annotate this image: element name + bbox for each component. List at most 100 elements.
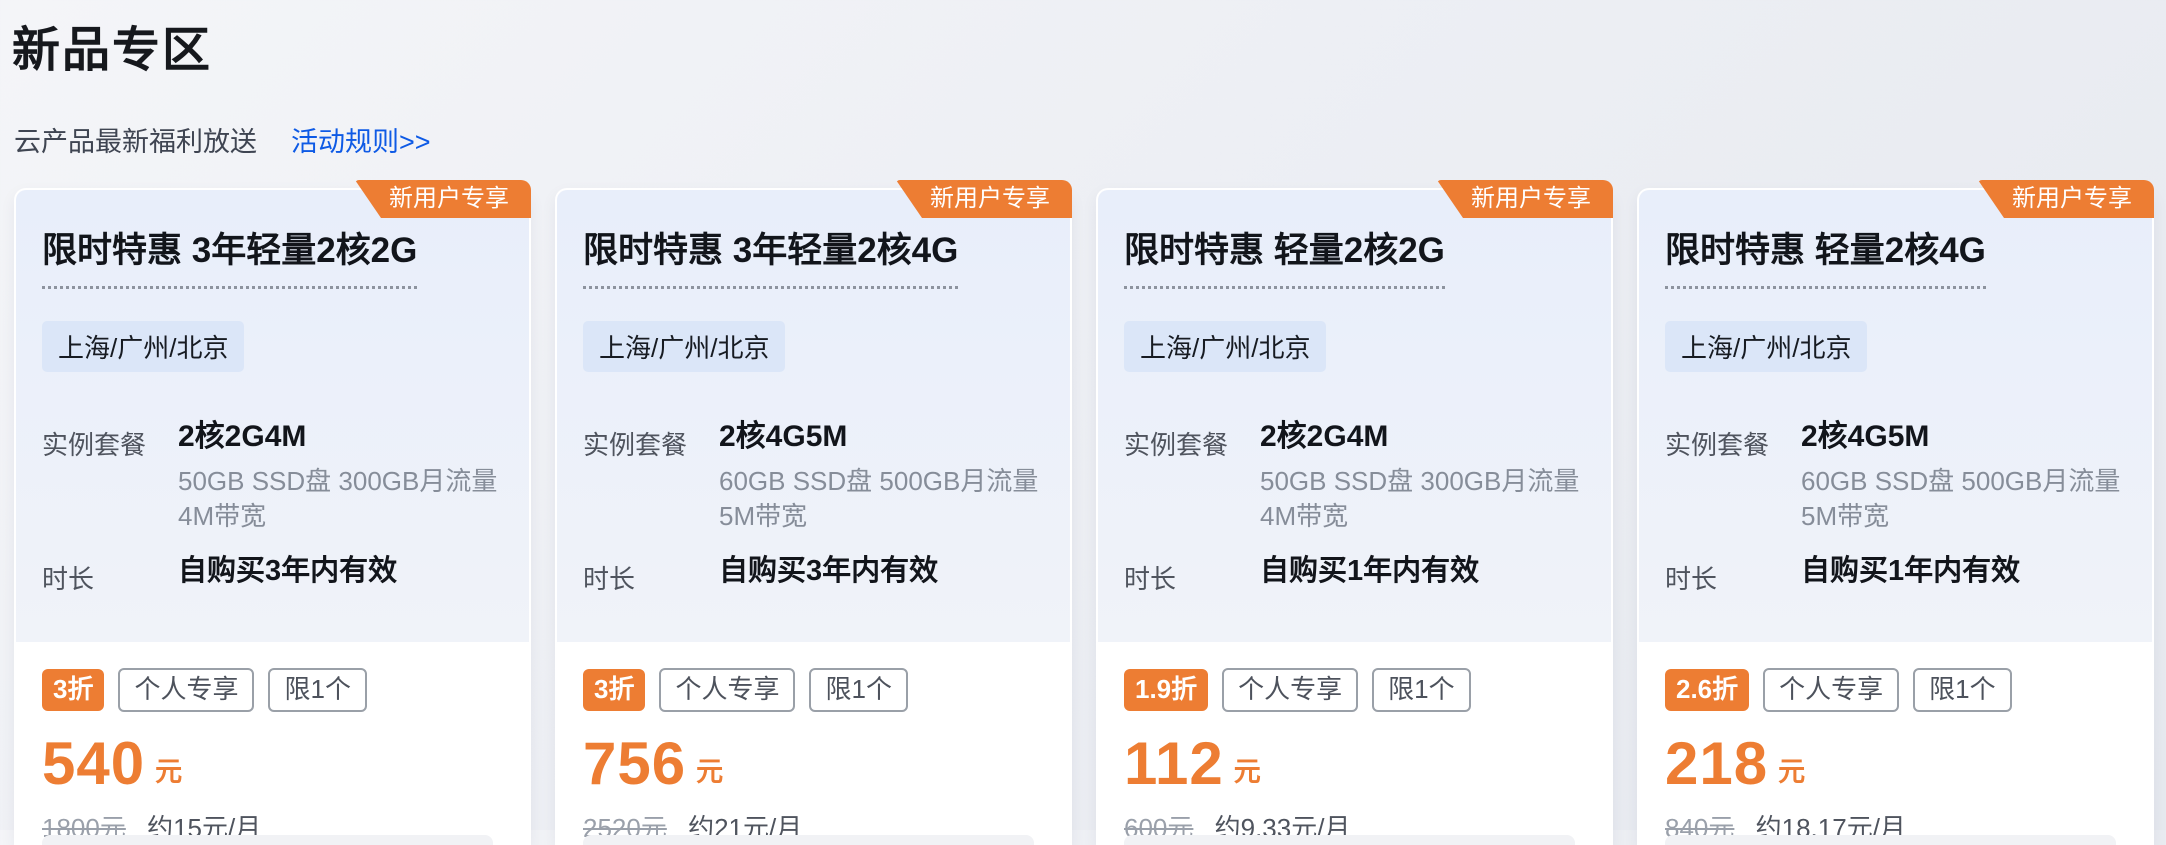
spec-row: 实例套餐 2核2G4M 50GB SSD盘 300GB月流量 4M带宽 xyxy=(42,422,503,534)
spec-label: 实例套餐 xyxy=(1665,422,1801,462)
region-tag: 上海/广州/北京 xyxy=(1665,321,1867,372)
limit-one-badge: 限1个 xyxy=(1913,668,2011,712)
limit-one-badge: 限1个 xyxy=(809,668,907,712)
spec-value: 2核2G4M xyxy=(1260,422,1579,452)
region-tag: 上海/广州/北京 xyxy=(583,321,785,372)
spec-label: 实例套餐 xyxy=(583,422,719,462)
duration-row: 时长 自购买1年内有效 xyxy=(1124,556,1585,596)
spec-details: 60GB SSD盘 500GB月流量 5M带宽 xyxy=(719,464,1038,534)
price-value: 112 xyxy=(1124,734,1224,794)
badge-row: 1.9折 个人专享 限1个 xyxy=(1124,668,1585,712)
badge-row: 2.6折 个人专享 限1个 xyxy=(1665,668,2126,712)
spec-detail-line: 5M带宽 xyxy=(1801,499,2120,534)
spec-value-block: 2核4G5M 60GB SSD盘 500GB月流量 5M带宽 xyxy=(1801,422,2120,534)
price-unit: 元 xyxy=(696,750,723,794)
spec-value-block: 2核2G4M 50GB SSD盘 300GB月流量 4M带宽 xyxy=(178,422,497,534)
card-title: 限时特惠 轻量2核2G xyxy=(1124,233,1445,289)
new-user-ribbon: 新用户专享 xyxy=(1437,180,1613,218)
price-unit: 元 xyxy=(155,750,182,794)
price-unit: 元 xyxy=(1778,750,1805,794)
new-user-ribbon: 新用户专享 xyxy=(1978,180,2154,218)
spec-label: 实例套餐 xyxy=(1124,422,1260,462)
limit-one-badge: 限1个 xyxy=(268,668,366,712)
new-user-ribbon: 新用户专享 xyxy=(896,180,1072,218)
price-row: 540 元 xyxy=(42,734,503,794)
card-info-section: 限时特惠 轻量2核4G 上海/广州/北京 实例套餐 2核4G5M 60GB SS… xyxy=(1639,190,2152,642)
spec-detail-line: 5M带宽 xyxy=(719,499,1038,534)
page-subtitle: 云产品最新福利放送 xyxy=(14,120,257,159)
activity-rules-link[interactable]: 活动规则>> xyxy=(291,120,431,159)
personal-exclusive-badge: 个人专享 xyxy=(1222,668,1358,712)
discount-badge: 3折 xyxy=(42,669,104,711)
card-price-section: 2.6折 个人专享 限1个 218 元 840元 约18.17元/月 xyxy=(1639,642,2152,845)
spec-label: 实例套餐 xyxy=(42,422,178,462)
duration-label: 时长 xyxy=(42,556,178,596)
product-card[interactable]: 新用户专享 限时特惠 3年轻量2核4G 上海/广州/北京 实例套餐 2核4G5M… xyxy=(555,188,1072,845)
product-card[interactable]: 新用户专享 限时特惠 轻量2核4G 上海/广州/北京 实例套餐 2核4G5M 6… xyxy=(1637,188,2154,845)
spec-detail-line: 4M带宽 xyxy=(178,499,497,534)
spec-value: 2核2G4M xyxy=(178,422,497,452)
card-info-section: 限时特惠 3年轻量2核4G 上海/广州/北京 实例套餐 2核4G5M 60GB … xyxy=(557,190,1070,642)
discount-badge: 3折 xyxy=(583,669,645,711)
card-title: 限时特惠 3年轻量2核4G xyxy=(583,233,958,289)
spec-value-block: 2核2G4M 50GB SSD盘 300GB月流量 4M带宽 xyxy=(1260,422,1579,534)
price-row: 112 元 xyxy=(1124,734,1585,794)
spec-details: 50GB SSD盘 300GB月流量 4M带宽 xyxy=(178,464,497,534)
personal-exclusive-badge: 个人专享 xyxy=(1763,668,1899,712)
spec-detail-line: 50GB SSD盘 300GB月流量 xyxy=(1260,464,1579,499)
duration-value: 自购买3年内有效 xyxy=(178,556,397,588)
spec-detail-line: 4M带宽 xyxy=(1260,499,1579,534)
product-card[interactable]: 新用户专享 限时特惠 轻量2核2G 上海/广州/北京 实例套餐 2核2G4M 5… xyxy=(1096,188,1613,845)
personal-exclusive-badge: 个人专享 xyxy=(118,668,254,712)
buy-button-stub[interactable] xyxy=(583,835,1034,845)
discount-badge: 2.6折 xyxy=(1665,669,1749,711)
card-price-section: 3折 个人专享 限1个 756 元 2520元 约21元/月 xyxy=(557,642,1070,845)
badge-row: 3折 个人专享 限1个 xyxy=(583,668,1044,712)
product-card-grid: 新用户专享 限时特惠 3年轻量2核2G 上海/广州/北京 实例套餐 2核2G4M… xyxy=(14,188,2154,830)
spec-detail-line: 50GB SSD盘 300GB月流量 xyxy=(178,464,497,499)
card-info-section: 限时特惠 轻量2核2G 上海/广州/北京 实例套餐 2核2G4M 50GB SS… xyxy=(1098,190,1611,642)
card-price-section: 3折 个人专享 限1个 540 元 1800元 约15元/月 xyxy=(16,642,529,845)
duration-value: 自购买3年内有效 xyxy=(719,556,938,588)
price-row: 218 元 xyxy=(1665,734,2126,794)
new-user-ribbon: 新用户专享 xyxy=(355,180,531,218)
personal-exclusive-badge: 个人专享 xyxy=(659,668,795,712)
region-tag: 上海/广州/北京 xyxy=(42,321,244,372)
product-card[interactable]: 新用户专享 限时特惠 3年轻量2核2G 上海/广州/北京 实例套餐 2核2G4M… xyxy=(14,188,531,845)
duration-row: 时长 自购买3年内有效 xyxy=(42,556,503,596)
spec-row: 实例套餐 2核2G4M 50GB SSD盘 300GB月流量 4M带宽 xyxy=(1124,422,1585,534)
spec-value: 2核4G5M xyxy=(719,422,1038,452)
duration-row: 时长 自购买3年内有效 xyxy=(583,556,1044,596)
buy-button-stub[interactable] xyxy=(1665,835,2116,845)
card-info-section: 限时特惠 3年轻量2核2G 上海/广州/北京 实例套餐 2核2G4M 50GB … xyxy=(16,190,529,642)
spec-detail-line: 60GB SSD盘 500GB月流量 xyxy=(1801,464,2120,499)
card-title: 限时特惠 轻量2核4G xyxy=(1665,233,1986,289)
buy-button-stub[interactable] xyxy=(1124,835,1575,845)
duration-label: 时长 xyxy=(1665,556,1801,596)
region-tag: 上海/广州/北京 xyxy=(1124,321,1326,372)
card-title: 限时特惠 3年轻量2核2G xyxy=(42,233,417,289)
price-value: 756 xyxy=(583,734,686,794)
spec-row: 实例套餐 2核4G5M 60GB SSD盘 500GB月流量 5M带宽 xyxy=(583,422,1044,534)
duration-value: 自购买1年内有效 xyxy=(1801,556,2020,588)
buy-button-stub[interactable] xyxy=(42,835,493,845)
limit-one-badge: 限1个 xyxy=(1372,668,1470,712)
duration-label: 时长 xyxy=(583,556,719,596)
page-subtitle-row: 云产品最新福利放送 活动规则>> xyxy=(14,120,2166,159)
discount-badge: 1.9折 xyxy=(1124,669,1208,711)
badge-row: 3折 个人专享 限1个 xyxy=(42,668,503,712)
duration-label: 时长 xyxy=(1124,556,1260,596)
page-title: 新品专区 xyxy=(12,10,2166,80)
page-header: 新品专区 云产品最新福利放送 活动规则>> xyxy=(0,0,2166,159)
spec-value-block: 2核4G5M 60GB SSD盘 500GB月流量 5M带宽 xyxy=(719,422,1038,534)
spec-row: 实例套餐 2核4G5M 60GB SSD盘 500GB月流量 5M带宽 xyxy=(1665,422,2126,534)
price-value: 218 xyxy=(1665,734,1768,794)
price-row: 756 元 xyxy=(583,734,1044,794)
price-unit: 元 xyxy=(1234,750,1261,794)
duration-value: 自购买1年内有效 xyxy=(1260,556,1479,588)
spec-details: 50GB SSD盘 300GB月流量 4M带宽 xyxy=(1260,464,1579,534)
spec-details: 60GB SSD盘 500GB月流量 5M带宽 xyxy=(1801,464,2120,534)
spec-value: 2核4G5M xyxy=(1801,422,2120,452)
spec-detail-line: 60GB SSD盘 500GB月流量 xyxy=(719,464,1038,499)
card-price-section: 1.9折 个人专享 限1个 112 元 600元 约9.33元/月 xyxy=(1098,642,1611,845)
